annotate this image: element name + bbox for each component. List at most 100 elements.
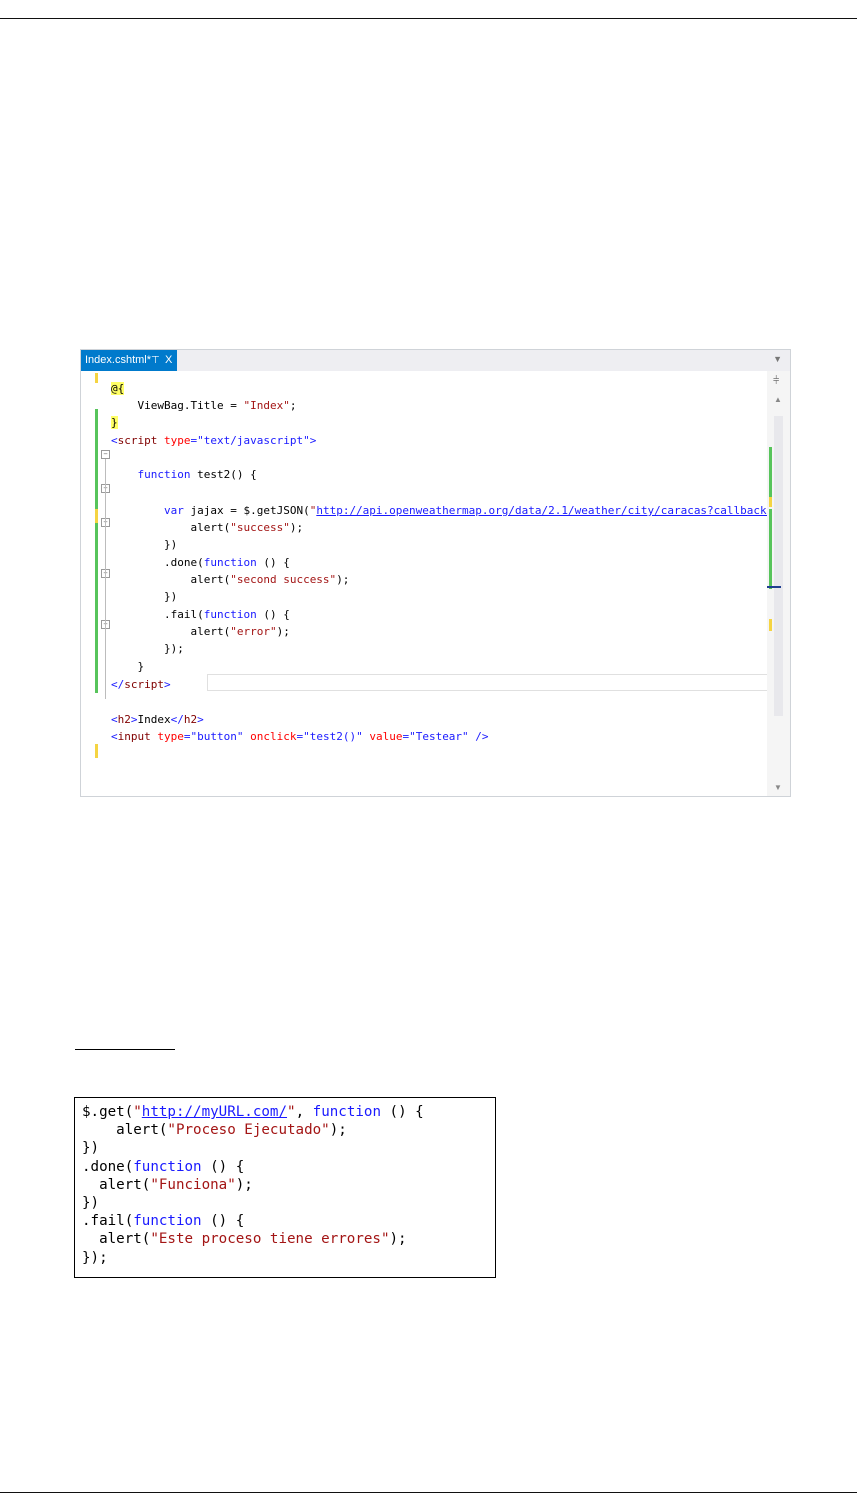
code-token: } (111, 660, 145, 673)
code-token: "Funciona" (150, 1176, 236, 1193)
code-line[interactable]: <input type="button" onclick="test2()" v… (111, 728, 489, 745)
code-example-box: $.get("http://myURL.com/", function () {… (74, 1097, 496, 1278)
fold-toggle[interactable]: − (101, 450, 110, 459)
code-token: alert( (111, 625, 231, 638)
code-token: </ (170, 713, 184, 726)
code-token: ); (235, 1176, 253, 1193)
scrollbar-change-mark (769, 509, 772, 589)
code-token: function (133, 1213, 202, 1230)
fold-guide (105, 459, 106, 699)
code-line[interactable]: } (111, 658, 144, 675)
code-line: alert("Proceso Ejecutado"); (82, 1121, 347, 1139)
code-line[interactable]: .done(function () { (111, 554, 290, 571)
code-token: @{ (111, 382, 125, 395)
code-token: () { (256, 556, 290, 569)
code-line[interactable]: alert("second success"); (111, 571, 349, 588)
code-token: "Index" (243, 399, 290, 412)
code-token: " (133, 1104, 142, 1120)
code-token: " (287, 1104, 296, 1120)
code-line: }) (82, 1194, 99, 1212)
code-token: () { (381, 1104, 424, 1120)
tab-index-cshtml[interactable]: Index.cshtml* ⊤ X (81, 350, 177, 371)
code-line[interactable]: } (111, 414, 118, 431)
scroll-down-icon[interactable]: ▼ (774, 783, 782, 792)
scroll-thumb[interactable] (774, 416, 783, 716)
code-line[interactable]: function test2() { (111, 466, 257, 483)
pin-icon[interactable]: ⊤ (151, 350, 160, 371)
code-token: > (197, 713, 204, 726)
code-token: < (111, 730, 118, 743)
code-token: "text/javascript" (197, 434, 310, 447)
code-line[interactable]: }) (111, 588, 177, 605)
code-token: var (163, 504, 184, 517)
code-token: h2 (117, 713, 131, 726)
code-line[interactable]: <script type="text/javascript"> (111, 432, 316, 449)
code-token: .fail( (111, 608, 204, 621)
code-token: < (111, 713, 118, 726)
code-token: ="test2()" (296, 730, 370, 743)
chevron-down-icon[interactable]: ▼ (773, 354, 782, 364)
current-line-highlight (207, 674, 769, 691)
vertical-scrollbar[interactable]: ⫩ ▲ ▼ (767, 371, 790, 796)
code-token: () { (201, 1213, 245, 1230)
code-token: ); (289, 521, 304, 534)
code-token: h2 (183, 713, 198, 726)
code-line: }); (82, 1249, 108, 1267)
code-token: input (117, 730, 158, 743)
code-token: "error" (230, 625, 277, 638)
code-token: jajax = $.getJSON( (183, 504, 310, 517)
code-token: test2() { (190, 468, 257, 481)
code-line: $.get("http://myURL.com/", function () { (82, 1103, 424, 1121)
change-marker (95, 744, 98, 758)
section-heading-underline (75, 1025, 175, 1050)
code-token: } (111, 416, 118, 429)
code-token: ); (329, 1122, 347, 1139)
code-line: .fail(function () { (82, 1212, 244, 1230)
code-token: http://myURL.com/ (141, 1104, 288, 1120)
code-token: "second success" (230, 573, 337, 586)
code-token: }) (111, 538, 178, 551)
code-token: function (137, 468, 191, 481)
code-token: alert( (111, 521, 231, 534)
scrollbar-caret-mark (767, 586, 781, 588)
code-token: }) (82, 1195, 100, 1211)
code-token: http://api.openweathermap.org/data/2.1/w… (316, 504, 780, 517)
code-editor[interactable]: − − − − − @{ ViewBag.Title = "Index";}<s… (81, 371, 790, 796)
code-line[interactable]: .fail(function () { (111, 606, 290, 623)
code-token: "success" (230, 521, 290, 534)
split-icon[interactable]: ⫩ (773, 375, 779, 388)
code-token: () { (201, 1158, 245, 1175)
code-line[interactable]: alert("error"); (111, 623, 289, 640)
code-token: value (369, 730, 403, 743)
close-icon[interactable]: X (165, 350, 172, 371)
page-bottom-rule (0, 1492, 857, 1493)
code-line: .done(function () { (82, 1158, 244, 1176)
code-token: function (203, 556, 257, 569)
scrollbar-change-mark (769, 497, 772, 507)
code-line[interactable]: var jajax = $.getJSON("http://api.openwe… (111, 502, 790, 519)
code-token: type (163, 434, 191, 447)
code-token: , (295, 1104, 313, 1120)
code-line: }) (82, 1139, 99, 1157)
code-token: alert( (82, 1176, 151, 1193)
scroll-up-icon[interactable]: ▲ (774, 395, 782, 404)
change-marker (95, 523, 98, 693)
code-line[interactable]: }) (111, 536, 177, 553)
code-token: function (312, 1104, 381, 1120)
code-line[interactable]: <h2>Index</h2> (111, 711, 204, 728)
code-token: ); (336, 573, 350, 586)
code-line[interactable]: alert("success"); (111, 519, 303, 536)
code-line[interactable]: }); (111, 640, 184, 657)
code-token: ="button" (183, 730, 251, 743)
code-token: .done( (82, 1158, 134, 1175)
code-line[interactable]: @{ (111, 380, 125, 397)
code-token: </ (111, 678, 125, 691)
code-line[interactable]: ViewBag.Title = "Index"; (111, 397, 296, 414)
code-line[interactable]: </script> (111, 676, 171, 693)
ide-screenshot: Index.cshtml* ⊤ X ▼ − − − − − @{ ViewBag… (80, 349, 791, 797)
code-token: "Este proceso tiene errores" (150, 1231, 390, 1248)
code-token: ); (389, 1231, 407, 1248)
code-token: < (111, 434, 118, 447)
code-token: > (164, 678, 171, 691)
